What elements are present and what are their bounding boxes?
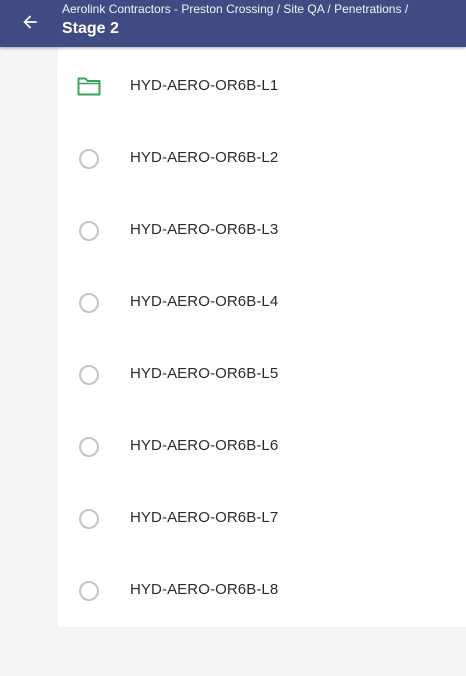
radio-unchecked-icon[interactable] (75, 505, 103, 533)
list-item-label: HYD-AERO-OR6B-L3 (130, 221, 279, 238)
list-item-label: HYD-AERO-OR6B-L8 (130, 581, 279, 598)
page-title: Stage 2 (62, 20, 119, 37)
list-item[interactable]: HYD-AERO-OR6B-L5 (58, 335, 466, 407)
radio-unchecked-icon[interactable] (75, 217, 103, 245)
list-item[interactable]: HYD-AERO-OR6B-L2 (58, 119, 466, 191)
radio-unchecked-icon[interactable] (75, 145, 103, 173)
list-item-label: HYD-AERO-OR6B-L4 (130, 293, 279, 310)
breadcrumb[interactable]: Aerolink Contractors - Preston Crossing … (62, 2, 458, 16)
list-item[interactable]: HYD-AERO-OR6B-L7 (58, 479, 466, 551)
back-button[interactable] (14, 6, 46, 38)
header-titles: Aerolink Contractors - Preston Crossing … (62, 2, 458, 40)
list-item[interactable]: HYD-AERO-OR6B-L1 (58, 47, 466, 119)
radio-unchecked-icon[interactable] (75, 577, 103, 605)
item-list: HYD-AERO-OR6B-L1 HYD-AERO-OR6B-L2 HYD-AE… (58, 47, 466, 627)
list-item[interactable]: HYD-AERO-OR6B-L6 (58, 407, 466, 479)
list-item[interactable]: HYD-AERO-OR6B-L8 (58, 551, 466, 623)
radio-unchecked-icon[interactable] (75, 433, 103, 461)
list-item-label: HYD-AERO-OR6B-L5 (130, 365, 279, 382)
app-bar: Aerolink Contractors - Preston Crossing … (0, 0, 466, 47)
list-item[interactable]: HYD-AERO-OR6B-L3 (58, 191, 466, 263)
radio-unchecked-icon[interactable] (75, 361, 103, 389)
folder-icon (75, 72, 103, 100)
radio-unchecked-icon[interactable] (75, 289, 103, 317)
list-item-label: HYD-AERO-OR6B-L6 (130, 437, 279, 454)
list-item-label: HYD-AERO-OR6B-L2 (130, 149, 279, 166)
list-item-label: HYD-AERO-OR6B-L7 (130, 509, 279, 526)
arrow-back-icon (23, 15, 37, 29)
list-item-label: HYD-AERO-OR6B-L1 (130, 77, 279, 94)
list-item[interactable]: HYD-AERO-OR6B-L4 (58, 263, 466, 335)
